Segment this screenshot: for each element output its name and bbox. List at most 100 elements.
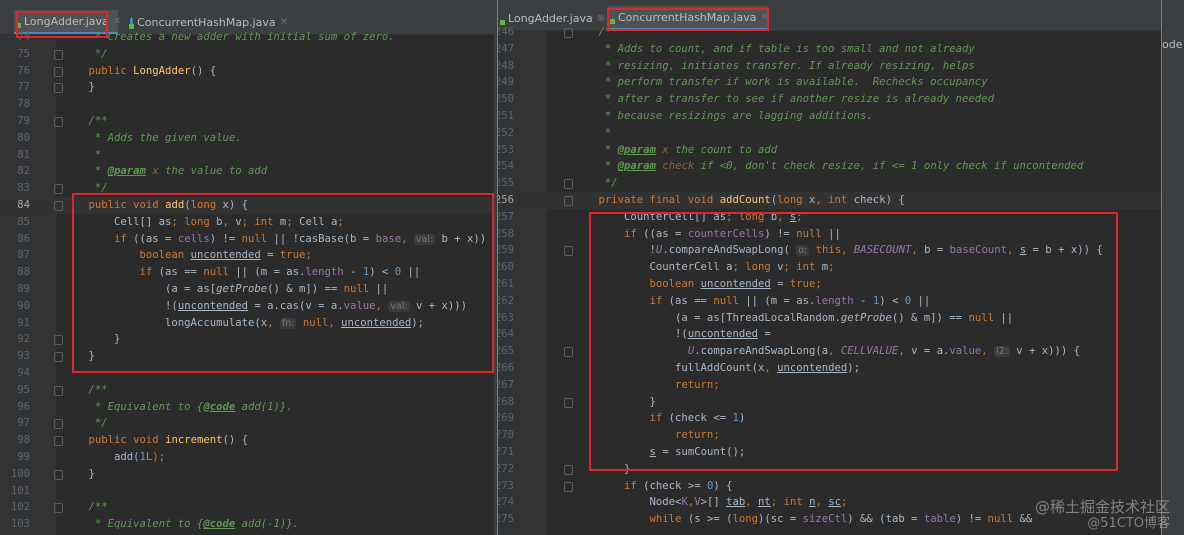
line-number[interactable]: 2270 — [498, 427, 514, 444]
line-number[interactable]: 81 — [0, 147, 30, 164]
line-number[interactable]: 2264 — [498, 326, 514, 343]
line-number[interactable]: 2275 — [498, 511, 514, 528]
fold-marker-icon[interactable] — [54, 335, 63, 346]
fold-marker-icon[interactable] — [54, 83, 63, 94]
fold-marker-icon[interactable] — [54, 503, 63, 514]
code-token: BASECOUNT — [853, 244, 912, 257]
fold-marker-icon[interactable] — [564, 347, 573, 358]
line-number[interactable]: 89 — [0, 281, 30, 298]
line-number[interactable]: 2250 — [498, 91, 514, 108]
line-number[interactable]: 91 — [0, 315, 30, 332]
fold-marker-icon[interactable] — [564, 179, 573, 190]
line-number[interactable]: 90 — [0, 298, 30, 315]
line-number[interactable]: 99 — [0, 449, 30, 466]
fold-marker-icon[interactable] — [564, 28, 573, 38]
line-number[interactable]: 78 — [0, 96, 30, 113]
line-number[interactable]: 2262 — [498, 293, 514, 310]
line-number[interactable]: 75 — [0, 46, 30, 63]
line-number[interactable]: 95 — [0, 382, 30, 399]
close-icon[interactable]: ✕ — [113, 16, 121, 27]
fold-marker-icon[interactable] — [54, 469, 63, 480]
line-number[interactable]: 2267 — [498, 377, 514, 394]
line-number[interactable]: 2255 — [498, 175, 514, 192]
line-number[interactable]: 2266 — [498, 360, 514, 377]
code-line: 76 public LongAdder() { — [0, 63, 494, 80]
fold-marker-icon[interactable] — [54, 436, 63, 447]
code-line: 2273 if (check >= 0) { — [498, 478, 1161, 495]
line-number[interactable]: 101 — [0, 483, 30, 500]
close-icon[interactable]: ⊗ — [597, 13, 605, 24]
line-number[interactable]: 88 — [0, 264, 30, 281]
line-number[interactable]: 80 — [0, 130, 30, 147]
fold-marker-icon[interactable] — [54, 419, 63, 430]
line-number[interactable]: 2256 — [498, 192, 514, 209]
code-line: 2267 return; — [498, 377, 1161, 394]
line-number[interactable]: 2271 — [498, 444, 514, 461]
code-text: * — [63, 147, 101, 164]
code-token: @code — [203, 400, 236, 413]
line-number[interactable]: 2272 — [498, 461, 514, 478]
line-number[interactable]: 87 — [0, 247, 30, 264]
fold-marker-icon[interactable] — [54, 385, 63, 396]
line-number[interactable]: 2261 — [498, 276, 514, 293]
fold-marker-icon[interactable] — [54, 201, 63, 211]
parameter-hint: val: — [388, 300, 410, 312]
line-number[interactable]: 2269 — [498, 410, 514, 427]
line-number[interactable]: 2254 — [498, 158, 514, 175]
close-icon[interactable]: ✕ — [761, 12, 769, 23]
line-number[interactable]: 103 — [0, 516, 30, 533]
line-number[interactable]: 2257 — [498, 209, 514, 226]
line-number[interactable]: 2274 — [498, 494, 514, 511]
fold-marker-icon[interactable] — [54, 117, 63, 127]
line-number[interactable]: 2246 — [498, 24, 514, 41]
code-text: * perform transfer if work is available.… — [573, 74, 988, 91]
fold-marker-icon[interactable] — [564, 464, 573, 475]
fold-marker-icon[interactable] — [54, 352, 63, 363]
fold-marker-icon[interactable] — [564, 246, 573, 257]
line-number[interactable]: 2273 — [498, 478, 514, 495]
line-number[interactable]: 2260 — [498, 259, 514, 276]
line-number[interactable]: 92 — [0, 331, 30, 348]
line-number[interactable]: 2258 — [498, 226, 514, 243]
code-token: 1L — [139, 451, 153, 463]
line-number[interactable]: 98 — [0, 432, 30, 449]
code-text: if ((as = cells) != null || !casBase(b =… — [63, 231, 486, 248]
line-number[interactable]: 2249 — [498, 74, 514, 91]
line-number[interactable]: 2263 — [498, 310, 514, 327]
line-number[interactable]: 83 — [0, 180, 30, 197]
line-number[interactable]: 86 — [0, 231, 30, 248]
fold-marker-icon[interactable] — [54, 49, 63, 60]
line-number[interactable]: 2265 — [498, 343, 514, 360]
code-token: long — [732, 513, 758, 526]
line-number[interactable]: 77 — [0, 79, 30, 96]
line-number[interactable]: 2268 — [498, 394, 514, 411]
line-number[interactable]: 74 — [0, 29, 30, 46]
line-number[interactable]: 85 — [0, 214, 30, 231]
line-number[interactable]: 2252 — [498, 125, 514, 142]
close-icon[interactable]: ✕ — [280, 17, 288, 28]
line-number[interactable]: 2259 — [498, 242, 514, 259]
tab-label: ConcurrentHashMap.java — [137, 15, 276, 29]
code-token: public — [63, 64, 134, 77]
line-number[interactable]: 2247 — [498, 41, 514, 58]
line-number[interactable]: 96 — [0, 399, 30, 416]
line-number[interactable]: 94 — [0, 365, 30, 382]
line-number[interactable]: 97 — [0, 415, 30, 432]
line-number[interactable]: 102 — [0, 499, 30, 516]
line-number[interactable]: 93 — [0, 348, 30, 365]
fold-marker-icon[interactable] — [54, 184, 63, 195]
line-number[interactable]: 100 — [0, 466, 30, 483]
code-text: /** — [63, 499, 108, 516]
line-number[interactable]: 76 — [0, 63, 30, 80]
line-number[interactable]: 82 — [0, 163, 30, 180]
line-number[interactable]: 2253 — [498, 142, 514, 159]
fold-marker-icon[interactable] — [564, 196, 573, 206]
fold-marker-icon[interactable] — [564, 397, 573, 408]
line-number[interactable]: 2248 — [498, 58, 514, 75]
fold-marker-icon[interactable] — [564, 481, 573, 492]
line-number[interactable]: 79 — [0, 113, 30, 130]
line-number[interactable]: 84 — [0, 197, 30, 214]
line-number[interactable]: 2251 — [498, 108, 514, 125]
fold-marker-icon[interactable] — [54, 66, 63, 77]
